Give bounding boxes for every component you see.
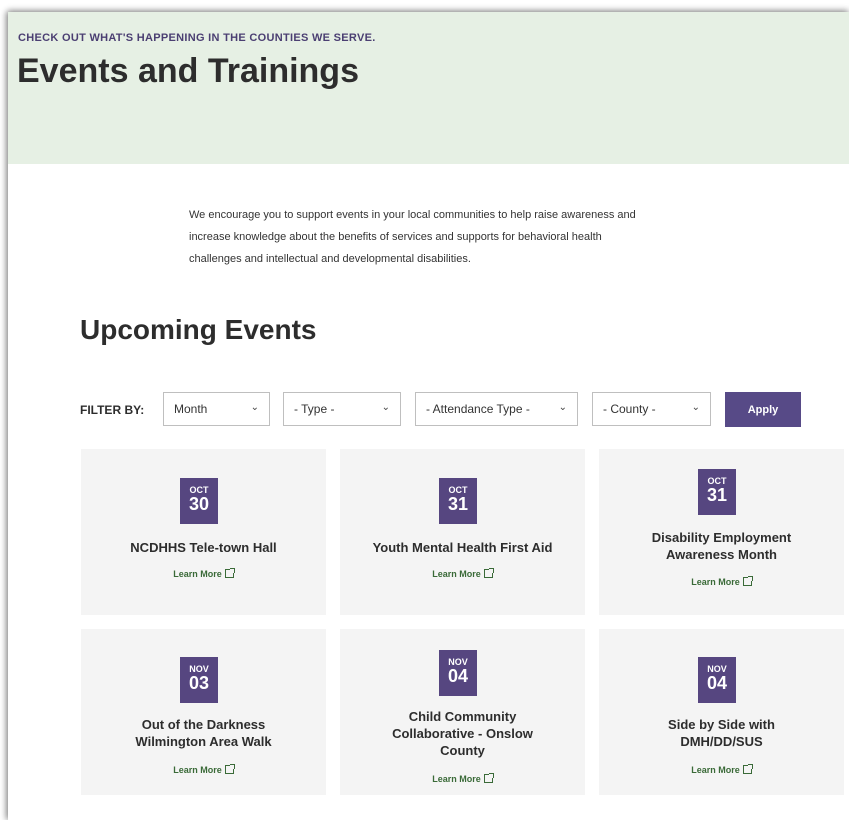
event-title[interactable]: Disability Employment Awareness Month bbox=[599, 529, 844, 563]
date-badge: OCT 30 bbox=[180, 478, 218, 524]
event-title[interactable]: Child Community Collaborative - Onslow C… bbox=[340, 708, 585, 759]
event-card[interactable]: OCT 31 Youth Mental Health First Aid Lea… bbox=[340, 449, 585, 615]
event-title[interactable]: Youth Mental Health First Aid bbox=[340, 539, 585, 556]
event-title-line: DMH/DD/SUS bbox=[680, 734, 763, 749]
event-day: 31 bbox=[706, 485, 728, 505]
event-day: 31 bbox=[447, 494, 469, 514]
hero-eyebrow: CHECK OUT WHAT'S HAPPENING IN THE COUNTI… bbox=[18, 32, 376, 44]
event-day: 04 bbox=[706, 673, 728, 693]
event-card[interactable]: NOV 03 Out of the Darkness Wilmington Ar… bbox=[81, 629, 326, 795]
learn-more-label: Learn More bbox=[173, 569, 222, 579]
chevron-down-icon: ⌄ bbox=[691, 402, 700, 413]
date-badge: NOV 04 bbox=[439, 650, 477, 696]
event-title[interactable]: Out of the Darkness Wilmington Area Walk bbox=[81, 716, 326, 750]
learn-more-link[interactable]: Learn More bbox=[340, 568, 585, 579]
event-title-line: Wilmington Area Walk bbox=[135, 734, 272, 749]
attendance-type-select[interactable]: - Attendance Type - ⌄ bbox=[415, 392, 578, 426]
event-title-line: Child Community bbox=[408, 709, 517, 724]
event-title-line: Disability Employment bbox=[651, 530, 792, 545]
chevron-down-icon: ⌄ bbox=[381, 402, 390, 413]
learn-more-label: Learn More bbox=[691, 765, 740, 775]
event-title-line: Collaborative - Onslow bbox=[392, 726, 533, 741]
event-title-line: County bbox=[440, 743, 485, 758]
event-card[interactable]: NOV 04 Side by Side with DMH/DD/SUS Lear… bbox=[599, 629, 844, 795]
type-select-value: - Type - bbox=[294, 402, 335, 416]
county-select-value: - County - bbox=[603, 402, 656, 416]
event-title[interactable]: NCDHHS Tele-town Hall bbox=[81, 539, 326, 556]
learn-more-link[interactable]: Learn More bbox=[81, 568, 326, 579]
filter-label: FILTER BY: bbox=[80, 403, 145, 417]
chevron-down-icon: ⌄ bbox=[250, 402, 259, 413]
event-title-line: Side by Side with bbox=[668, 717, 775, 732]
intro-line: challenges and intellectual and developm… bbox=[189, 253, 471, 265]
event-day: 03 bbox=[188, 673, 210, 693]
page-title: Events and Trainings bbox=[17, 52, 359, 90]
intro-line: increase knowledge about the benefits of… bbox=[189, 231, 602, 243]
event-title-line: Awareness Month bbox=[665, 547, 777, 562]
date-badge: NOV 04 bbox=[698, 657, 736, 703]
external-link-icon bbox=[483, 568, 494, 578]
date-badge: OCT 31 bbox=[698, 469, 736, 515]
event-title-line: Out of the Darkness bbox=[141, 717, 266, 732]
hero-banner: CHECK OUT WHAT'S HAPPENING IN THE COUNTI… bbox=[8, 12, 849, 164]
apply-button[interactable]: Apply bbox=[725, 392, 801, 427]
type-select[interactable]: - Type - ⌄ bbox=[283, 392, 401, 426]
event-title[interactable]: Side by Side with DMH/DD/SUS bbox=[599, 716, 844, 750]
event-card[interactable]: OCT 31 Disability Employment Awareness M… bbox=[599, 449, 844, 615]
section-title: Upcoming Events bbox=[80, 314, 317, 345]
date-badge: NOV 03 bbox=[180, 657, 218, 703]
learn-more-label: Learn More bbox=[173, 765, 222, 775]
chevron-down-icon: ⌄ bbox=[558, 402, 567, 413]
month-select[interactable]: Month ⌄ bbox=[163, 392, 270, 426]
learn-more-link[interactable]: Learn More bbox=[599, 576, 844, 587]
county-select[interactable]: - County - ⌄ bbox=[592, 392, 711, 426]
event-card[interactable]: OCT 30 NCDHHS Tele-town Hall Learn More bbox=[81, 449, 326, 615]
event-title-line: NCDHHS Tele-town Hall bbox=[130, 540, 277, 555]
learn-more-link[interactable]: Learn More bbox=[599, 764, 844, 775]
external-link-icon bbox=[224, 764, 235, 774]
learn-more-label: Learn More bbox=[691, 577, 740, 587]
external-link-icon bbox=[742, 576, 753, 586]
intro-line: We encourage you to support events in yo… bbox=[189, 209, 636, 221]
attendance-type-select-value: - Attendance Type - bbox=[426, 402, 530, 416]
event-card[interactable]: NOV 04 Child Community Collaborative - O… bbox=[340, 629, 585, 795]
learn-more-link[interactable]: Learn More bbox=[340, 773, 585, 784]
event-day: 04 bbox=[447, 666, 469, 686]
page-frame: CHECK OUT WHAT'S HAPPENING IN THE COUNTI… bbox=[8, 12, 849, 820]
learn-more-label: Learn More bbox=[432, 569, 481, 579]
intro-paragraph: We encourage you to support events in yo… bbox=[189, 204, 729, 270]
external-link-icon bbox=[483, 773, 494, 783]
month-select-value: Month bbox=[174, 402, 208, 416]
learn-more-label: Learn More bbox=[432, 774, 481, 784]
external-link-icon bbox=[224, 568, 235, 578]
learn-more-link[interactable]: Learn More bbox=[81, 764, 326, 775]
external-link-icon bbox=[742, 764, 753, 774]
event-day: 30 bbox=[188, 494, 210, 514]
date-badge: OCT 31 bbox=[439, 478, 477, 524]
event-title-line: Youth Mental Health First Aid bbox=[372, 540, 553, 555]
